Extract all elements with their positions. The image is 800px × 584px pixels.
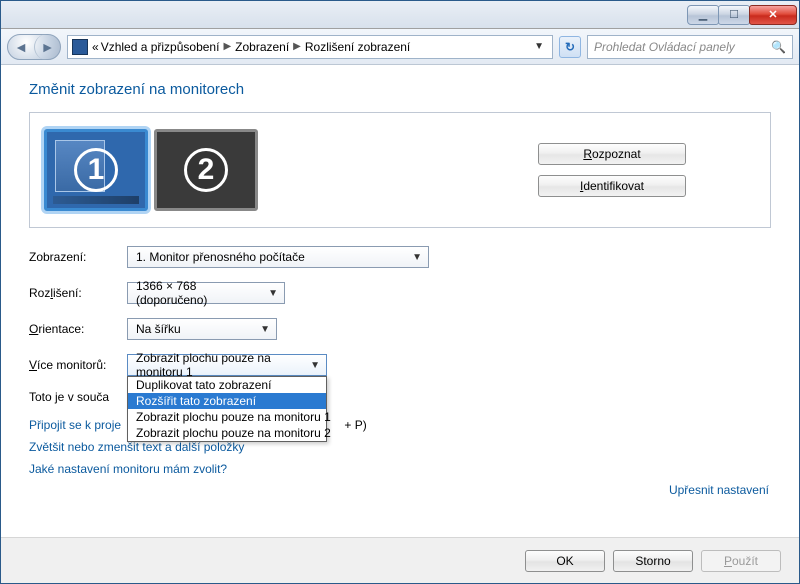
select-zobrazeni[interactable]: 1. Monitor přenosného počítače ▼: [127, 246, 429, 268]
settings-form: Zobrazení: 1. Monitor přenosného počítač…: [29, 246, 771, 480]
titlebar: ▁ ☐ ✕: [1, 1, 799, 29]
row-rozliseni: Rozlišení: 1366 × 768 (doporučeno) ▼: [29, 282, 771, 304]
monitor-action-buttons: Rozpoznat Identifikovat: [538, 143, 686, 197]
search-icon: 🔍: [771, 40, 786, 54]
link-zvetsit[interactable]: Zvětšit nebo zmenšit text a další položk…: [29, 440, 244, 454]
monitor-list: 1 2: [44, 129, 258, 211]
ok-button[interactable]: OK: [525, 550, 605, 572]
window: ▁ ☐ ✕ ◄ ► « Vzhled a přizpůsobení ▶ Zobr…: [0, 0, 800, 584]
chevron-right-icon: ▶: [223, 41, 231, 52]
select-zobrazeni-value: 1. Monitor přenosného počítače: [136, 250, 305, 264]
chevron-down-icon: ▼: [260, 324, 270, 335]
select-vice-monitoru-value: Zobrazit plochu pouze na monitoru 1: [136, 351, 310, 379]
dropdown-item[interactable]: Rozšířit tato zobrazení: [128, 393, 326, 409]
monitor-1-number: 1: [74, 148, 118, 192]
select-rozliseni[interactable]: 1366 × 768 (doporučeno) ▼: [127, 282, 285, 304]
breadcrumb: « Vzhled a přizpůsobení ▶ Zobrazení ▶ Ro…: [92, 40, 526, 54]
link-pripojit[interactable]: Připojit se k proje: [29, 418, 121, 432]
link-upresnit[interactable]: Upřesnit nastavení: [669, 483, 769, 497]
breadcrumb-level-0[interactable]: Vzhled a přizpůsobení: [101, 40, 220, 54]
forward-button[interactable]: ►: [34, 34, 60, 60]
breadcrumb-dropdown-icon[interactable]: ▼: [530, 41, 548, 52]
minimize-button[interactable]: ▁: [687, 5, 719, 25]
info-line-tail: + P): [341, 418, 367, 432]
select-vice-monitoru[interactable]: Zobrazit plochu pouze na monitoru 1 ▼: [127, 354, 327, 376]
label-vice-monitoru: Více monitorů:: [29, 358, 127, 372]
row-orientace: Orientace: Na šířku ▼: [29, 318, 771, 340]
label-orientace: Orientace:: [29, 322, 127, 336]
row-vice-monitoru: Více monitorů: Zobrazit plochu pouze na …: [29, 354, 771, 376]
content-area: Změnit zobrazení na monitorech 1 2 Rozpo…: [1, 65, 799, 537]
row-zobrazeni: Zobrazení: 1. Monitor přenosného počítač…: [29, 246, 771, 268]
select-orientace[interactable]: Na šířku ▼: [127, 318, 277, 340]
pouzit-button[interactable]: Použít: [701, 550, 781, 572]
nav-buttons: ◄ ►: [7, 34, 61, 60]
vice-monitoru-dropdown[interactable]: Duplikovat tato zobrazeníRozšířit tato z…: [127, 376, 327, 442]
label-zobrazeni: Zobrazení:: [29, 250, 127, 264]
advanced-link-wrap: Upřesnit nastavení: [669, 483, 769, 497]
chevron-down-icon: ▼: [412, 252, 422, 263]
chevron-down-icon: ▼: [268, 288, 278, 299]
label-rozliseni: Rozlišení:: [29, 286, 127, 300]
breadcrumb-level-2[interactable]: Rozlišení zobrazení: [305, 40, 410, 54]
search-input[interactable]: Prohledat Ovládací panely 🔍: [587, 35, 793, 59]
monitor-1[interactable]: 1: [44, 129, 148, 211]
select-orientace-value: Na šířku: [136, 322, 181, 336]
breadcrumb-level-1[interactable]: Zobrazení: [235, 40, 289, 54]
info-line-prefix: Toto je v souča: [29, 390, 109, 404]
monitor-2[interactable]: 2: [154, 129, 258, 211]
window-controls: ▁ ☐ ✕: [688, 5, 797, 25]
storno-button[interactable]: Storno: [613, 550, 693, 572]
dropdown-item[interactable]: Duplikovat tato zobrazení: [128, 377, 326, 393]
dropdown-item[interactable]: Zobrazit plochu pouze na monitoru 1: [128, 409, 326, 425]
page-title: Změnit zobrazení na monitorech: [29, 81, 771, 98]
maximize-button[interactable]: ☐: [718, 5, 750, 25]
monitor-preview-box: 1 2 Rozpoznat Identifikovat: [29, 112, 771, 228]
refresh-button[interactable]: ↻: [559, 36, 581, 58]
dropdown-item[interactable]: Zobrazit plochu pouze na monitoru 2: [128, 425, 326, 441]
breadcrumb-box[interactable]: « Vzhled a přizpůsobení ▶ Zobrazení ▶ Ro…: [67, 35, 553, 59]
chevron-right-icon: ▶: [293, 41, 301, 52]
address-bar: ◄ ► « Vzhled a přizpůsobení ▶ Zobrazení …: [1, 29, 799, 65]
control-panel-icon: [72, 39, 88, 55]
search-placeholder: Prohledat Ovládací panely: [594, 40, 735, 54]
breadcrumb-prefix: «: [92, 40, 99, 54]
footer: OK Storno Použít: [1, 537, 799, 583]
close-button[interactable]: ✕: [749, 5, 797, 25]
rozpoznat-button[interactable]: Rozpoznat: [538, 143, 686, 165]
back-button[interactable]: ◄: [8, 34, 34, 60]
chevron-down-icon: ▼: [310, 360, 320, 371]
monitor-2-number: 2: [184, 148, 228, 192]
link-jake[interactable]: Jaké nastavení monitoru mám zvolit?: [29, 462, 227, 476]
identifikovat-button[interactable]: Identifikovat: [538, 175, 686, 197]
select-rozliseni-value: 1366 × 768 (doporučeno): [136, 279, 268, 307]
